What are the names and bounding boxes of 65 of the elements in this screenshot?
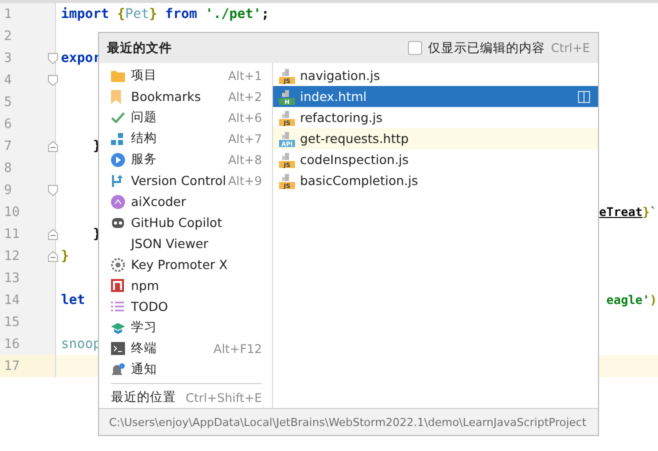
tool-window-item[interactable]: JSON Viewer: [111, 233, 262, 254]
code-line: expor: [61, 50, 102, 66]
line-number: 3: [4, 50, 13, 66]
recent-locations-item[interactable]: 最近的位置 Ctrl+Shift+E: [111, 387, 262, 408]
fold-icon[interactable]: [48, 251, 58, 262]
code-line: let: [61, 292, 86, 308]
code-line: import {Pet} from './pet';: [61, 6, 270, 22]
tool-window-item[interactable]: Bookmarks Alt+2: [111, 86, 262, 107]
bookmark-icon: [111, 90, 121, 104]
folder-icon: [111, 70, 125, 82]
robot-icon: [111, 216, 125, 229]
line-number: 5: [4, 94, 13, 110]
check-icon: [111, 112, 125, 123]
graduation-cap-icon: [111, 322, 125, 334]
tool-window-item[interactable]: TODO: [111, 296, 262, 317]
gear-icon: [111, 258, 125, 272]
popup-title: 最近的文件: [107, 40, 172, 56]
checkbox[interactable]: [408, 41, 422, 55]
line-number: 7: [4, 138, 13, 154]
tool-window-item[interactable]: Key Promoter X: [111, 254, 262, 275]
code-line: }: [61, 248, 70, 264]
fold-icon[interactable]: [48, 75, 58, 86]
tool-window-item[interactable]: 问题 Alt+6: [111, 107, 262, 128]
shortcut: Ctrl+E: [551, 41, 590, 55]
tool-window-item[interactable]: GitHub Copilot: [111, 212, 262, 233]
line-number: 8: [4, 160, 13, 176]
line-number: 6: [4, 116, 13, 132]
line-number: 15: [4, 314, 21, 330]
terminal-icon: [111, 342, 125, 355]
tool-window-item[interactable]: 终端 Alt+F12: [111, 338, 262, 359]
line-number: 12: [4, 248, 21, 264]
file-path: C:\Users\enjoy\AppData\Local\JetBrains\WebStorm2022.1\demo\LearnJavaScriptProject: [109, 416, 586, 428]
list-icon: [111, 301, 124, 312]
tool-window-item[interactable]: 学习: [111, 317, 262, 338]
line-number: 10: [4, 204, 21, 220]
line-number: 13: [4, 270, 21, 286]
line-number: 17: [4, 358, 21, 374]
line-number: 16: [4, 336, 21, 352]
npm-icon: [111, 279, 124, 292]
tool-window-item[interactable]: 服务 Alt+8: [111, 149, 262, 170]
line-number: 14: [4, 292, 21, 308]
fold-icon[interactable]: [48, 141, 58, 152]
line-number: 4: [4, 72, 13, 88]
code-fragment: eagle'): [606, 293, 657, 307]
line-number: 11: [4, 226, 21, 242]
ai-icon: [111, 194, 125, 208]
split-view-icon[interactable]: [578, 90, 590, 102]
tool-window-item[interactable]: aiXcoder: [111, 191, 262, 212]
fold-icon[interactable]: [48, 185, 58, 196]
tool-window-item[interactable]: 项目 Alt+1: [111, 65, 262, 86]
checkbox-label: 仅显示已编辑的内容: [428, 40, 545, 56]
tool-window-item[interactable]: Version Control Alt+9: [111, 170, 262, 191]
play-icon: [111, 152, 125, 166]
tool-window-item[interactable]: 通知: [111, 359, 262, 380]
line-number: 1: [4, 6, 13, 22]
line-number: 9: [4, 182, 13, 198]
fold-icon[interactable]: [48, 229, 58, 240]
fold-icon[interactable]: [48, 53, 58, 64]
branch-icon: [111, 174, 123, 188]
tool-window-item[interactable]: 结构 Alt+7: [111, 128, 262, 149]
code-fragment: eTreat}`: [599, 205, 657, 219]
tool-window-item[interactable]: npm: [111, 275, 262, 296]
structure-icon: [111, 132, 123, 144]
bell-icon: [111, 362, 125, 376]
line-number: 2: [4, 28, 13, 44]
